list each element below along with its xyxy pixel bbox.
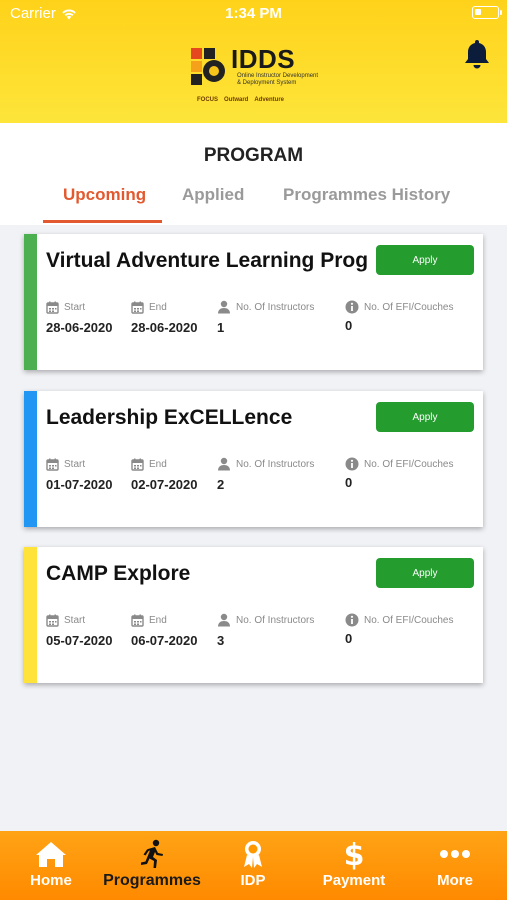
calendar-icon — [46, 458, 59, 471]
instructors-label: No. Of Instructors — [236, 301, 315, 313]
calendar-icon — [131, 301, 144, 314]
calendar-icon — [46, 614, 59, 627]
nav-payment[interactable]: $ Payment — [304, 838, 404, 889]
apply-button[interactable]: Apply — [376, 558, 474, 588]
program-title: CAMP Explore — [46, 562, 191, 585]
nav-idp[interactable]: IDP — [203, 839, 303, 889]
notification-bell-icon[interactable] — [463, 38, 491, 70]
apply-button[interactable]: Apply — [376, 402, 474, 432]
bottom-tab-bar: Home Programmes IDP $ Payment More — [0, 831, 507, 900]
program-card[interactable]: CAMP Explore Apply Start 05-07-2020 End 06-07… — [24, 547, 483, 683]
end-date-value: 02-07-2020 — [131, 477, 198, 492]
nav-programmes-label: Programmes — [103, 872, 201, 889]
efi-label: No. Of EFI/Couches — [364, 614, 454, 626]
logo-gear-icon — [191, 48, 225, 85]
nav-more-label: More — [437, 872, 473, 889]
partner-logo-adventure: Adventure — [254, 97, 285, 103]
program-title: Leadership ExCELLence — [46, 406, 293, 429]
app-header: Carrier 1:34 PM IDDS Online Instructor D… — [0, 0, 507, 123]
program-card[interactable]: Virtual Adventure Learning Prog Apply Star… — [24, 234, 483, 370]
end-label: End — [149, 458, 167, 470]
start-date-value: 01-07-2020 — [46, 477, 113, 492]
calendar-icon — [131, 614, 144, 627]
efi-value: 0 — [345, 318, 353, 333]
instructors-value: 1 — [217, 320, 225, 335]
battery-icon — [472, 6, 502, 19]
start-label: Start — [64, 458, 86, 470]
efi-label: No. Of EFI/Couches — [364, 458, 454, 470]
calendar-icon — [131, 458, 144, 471]
logo-subtitle: Online Instructor Development & Deployme… — [237, 73, 319, 86]
nav-programmes[interactable]: Programmes — [102, 839, 202, 890]
info-icon — [345, 300, 359, 314]
tab-programmes-history[interactable]: Programmes History — [283, 185, 450, 205]
card-accent-bar — [24, 234, 37, 370]
info-icon — [345, 613, 359, 627]
end-date-value: 28-06-2020 — [131, 320, 198, 335]
logo-title: IDDS — [231, 44, 296, 74]
end-label: End — [149, 614, 167, 626]
svg-text:$: $ — [344, 838, 364, 870]
card-accent-bar — [24, 547, 37, 683]
efi-label: No. Of EFI/Couches — [364, 301, 454, 313]
efi-field: No. Of EFI/Couches 0 — [345, 457, 453, 490]
person-icon — [218, 457, 230, 471]
nav-idp-label: IDP — [240, 872, 266, 889]
efi-value: 0 — [345, 475, 353, 490]
start-date-value: 05-07-2020 — [46, 633, 113, 648]
nav-more[interactable]: More — [405, 839, 505, 889]
end-date-value: 06-07-2020 — [131, 633, 198, 648]
program-card[interactable]: Leadership ExCELLence Apply Start 01-07-202… — [24, 391, 483, 527]
page-title: PROGRAM — [203, 145, 304, 166]
more-dots-icon — [440, 850, 470, 858]
partner-logo-outward: Outward — [224, 97, 249, 103]
nav-payment-label: Payment — [322, 872, 386, 889]
efi-field: No. Of EFI/Couches 0 — [345, 613, 453, 646]
start-date-field: Start 05-07-2020 — [46, 613, 113, 648]
dollar-icon: $ — [344, 838, 364, 870]
home-icon — [36, 842, 66, 867]
start-date-value: 28-06-2020 — [46, 320, 113, 335]
person-icon — [218, 300, 230, 314]
efi-value: 0 — [345, 631, 353, 646]
start-date-field: Start 28-06-2020 — [46, 300, 113, 335]
instructors-field: No. Of Instructors 1 — [217, 300, 314, 335]
program-title: Virtual Adventure Learning Prog — [46, 249, 369, 272]
status-bar: Carrier 1:34 PM — [0, 0, 507, 28]
end-date-field: End 06-07-2020 — [131, 613, 198, 648]
card-accent-bar — [24, 391, 37, 527]
idds-logo: IDDS Online Instructor Development & Dep… — [189, 44, 329, 114]
program-tabs-section: PROGRAM Upcoming Applied Programmes Hist… — [0, 123, 507, 225]
start-label: Start — [64, 301, 86, 313]
start-label: Start — [64, 614, 86, 626]
award-ribbon-icon — [244, 841, 262, 868]
calendar-icon — [46, 301, 59, 314]
nav-home[interactable]: Home — [1, 839, 101, 889]
instructors-value: 2 — [217, 477, 225, 492]
tab-upcoming[interactable]: Upcoming — [63, 185, 146, 205]
end-date-field: End 02-07-2020 — [131, 457, 198, 492]
start-date-field: Start 01-07-2020 — [46, 457, 113, 492]
partner-logos: FOCUS Outward Adventure — [197, 97, 284, 103]
active-tab-indicator — [43, 220, 162, 223]
efi-field: No. Of EFI/Couches 0 — [345, 300, 453, 333]
apply-button[interactable]: Apply — [376, 245, 474, 275]
instructors-field: No. Of Instructors 3 — [217, 613, 314, 648]
instructors-label: No. Of Instructors — [236, 614, 315, 626]
nav-home-label: Home — [30, 872, 72, 889]
instructors-label: No. Of Instructors — [236, 458, 315, 470]
person-icon — [218, 613, 230, 627]
tab-applied[interactable]: Applied — [182, 185, 244, 205]
partner-logo-focus: FOCUS — [197, 97, 218, 103]
instructors-field: No. Of Instructors 2 — [217, 457, 314, 492]
instructors-value: 3 — [217, 633, 225, 648]
running-person-icon — [141, 839, 163, 868]
info-icon — [345, 457, 359, 471]
end-date-field: End 28-06-2020 — [131, 300, 198, 335]
end-label: End — [149, 301, 167, 313]
status-time: 1:34 PM — [225, 5, 282, 22]
